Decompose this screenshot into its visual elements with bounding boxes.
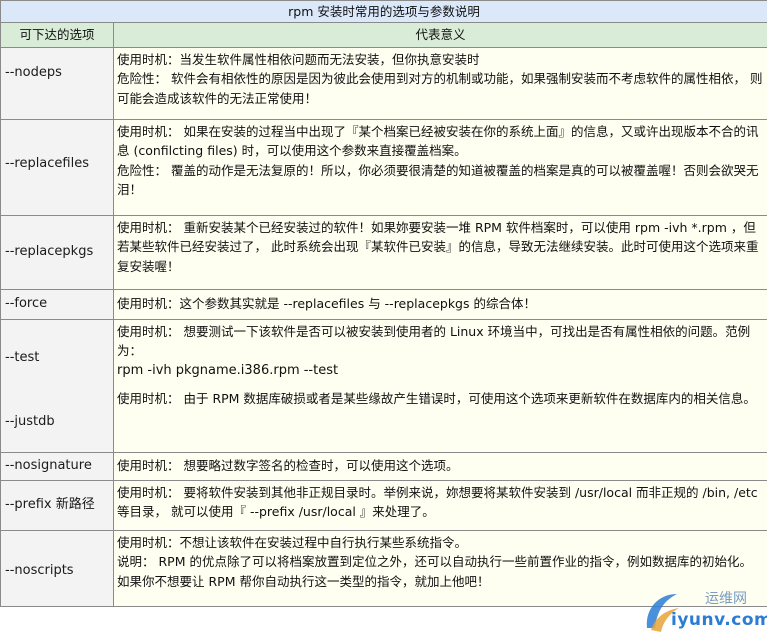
meaning-line: 使用时机： 重新安装某个已经安装过的软件！如果妳要安装一堆 RPM 软件档案时，… <box>117 220 759 274</box>
meaning-line: 危险性： 软件会有相依性的原因是因为彼此会使用到对方的机制或功能，如果强制安装而… <box>117 71 763 106</box>
meaning-cell: 使用时机：不想让该软件在安装过程中自行执行某些系统指令。 说明： RPM 的优点… <box>112 530 767 607</box>
option-name: --replacefiles <box>5 156 89 171</box>
meaning-line: 使用时机： 想要测试一下该软件是否可以被安装到使用者的 Linux 环境当中，可… <box>117 324 751 359</box>
meaning-line: 使用时机：这个参数其实就是 --replacefiles 与 --replace… <box>117 296 536 311</box>
table-row: --replacepkgs 使用时机： 重新安装某个已经安装过的软件！如果妳要安… <box>0 215 767 290</box>
option-name: --noscripts <box>5 563 74 578</box>
meaning-line: 使用时机：当发生软件属性相依问题而无法安装，但你执意安装时 <box>117 52 480 67</box>
meaning-line: 说明： RPM 的优点除了可以将档案放置到定位之外，还可以自动执行一些前置作业的… <box>117 554 752 589</box>
meaning-line: 使用时机：不想让该软件在安装过程中自行执行某些系统指令。 <box>117 535 468 550</box>
meaning-line: 使用时机： 想要略过数字签名的检查时，可以使用这个选项。 <box>117 458 459 473</box>
option-cell: --force <box>0 289 114 320</box>
table-header-row: 可下达的选项 代表意义 <box>0 22 767 48</box>
option-cell: --replacepkgs <box>0 215 114 290</box>
option-name: --replacepkgs <box>5 244 94 259</box>
option-name: --prefix 新路径 <box>5 497 95 512</box>
table-row: --nosignature 使用时机： 想要略过数字签名的检查时，可以使用这个选… <box>0 452 767 481</box>
meaning-cell: 使用时机：当发生软件属性相依问题而无法安装，但你执意安装时 危险性： 软件会有相… <box>112 47 767 120</box>
meaning-cell: 使用时机： 如果在安装的过程当中出现了『某个档案已经被安装在你的系统上面』的信息… <box>112 119 767 216</box>
meaning-line: 危险性： 覆盖的动作是无法复原的！所以，你必须要很清楚的知道被覆盖的档案是真的可… <box>117 162 759 198</box>
option-name: --force <box>5 296 48 311</box>
meaning-line: rpm -ivh pkgname.i386.rpm --test <box>117 362 339 378</box>
option-name: --nodeps <box>5 65 62 80</box>
table-row: --force 使用时机：这个参数其实就是 --replacefiles 与 -… <box>0 289 767 320</box>
meaning-line: 使用时机： 如果在安装的过程当中出现了『某个档案已经被安装在你的系统上面』的信息… <box>117 124 759 159</box>
option-cell: --prefix 新路径 <box>0 480 114 531</box>
meaning-line: 使用时机： 要将软件安装到其他非正规目录时。举例来说，妳想要将某软件安装到 /u… <box>117 485 758 520</box>
option-cell: --nodeps <box>0 47 114 120</box>
table-caption-row: rpm 安装时常用的选项与参数说明 <box>0 0 767 23</box>
meaning-cell: 使用时机：这个参数其实就是 --replacefiles 与 --replace… <box>112 289 767 320</box>
column-header-option: 可下达的选项 <box>0 22 114 48</box>
table-row: --nodeps 使用时机：当发生软件属性相依问题而无法安装，但你执意安装时 危… <box>0 47 767 120</box>
table-row: --noscripts 使用时机：不想让该软件在安装过程中自行执行某些系统指令。… <box>0 530 767 607</box>
option-cell: --nosignature <box>0 452 114 481</box>
column-header-meaning: 代表意义 <box>112 22 767 48</box>
table-caption: rpm 安装时常用的选项与参数说明 <box>0 0 767 23</box>
option-name: --justdb <box>5 414 55 430</box>
option-cell: --test --justdb <box>0 319 114 453</box>
rpm-options-table: rpm 安装时常用的选项与参数说明 可下达的选项 代表意义 --nodeps 使… <box>0 0 767 607</box>
meaning-line: 使用时机： 由于 RPM 数据库破损或者是某些缘故产生错误时，可使用这个选项来更… <box>117 390 756 406</box>
meaning-cell: 使用时机： 想要略过数字签名的检查时，可以使用这个选项。 <box>112 452 767 481</box>
table-row: --replacefiles 使用时机： 如果在安装的过程当中出现了『某个档案已… <box>0 119 767 216</box>
table-row: --test --justdb 使用时机： 想要测试一下该软件是否可以被安装到使… <box>0 319 767 453</box>
meaning-cell: 使用时机： 要将软件安装到其他非正规目录时。举例来说，妳想要将某软件安装到 /u… <box>112 480 767 531</box>
option-name: --test <box>5 350 40 365</box>
option-cell: --replacefiles <box>0 119 114 216</box>
watermark-site: iyunv.com <box>671 610 767 630</box>
meaning-cell: 使用时机： 想要测试一下该软件是否可以被安装到使用者的 Linux 环境当中，可… <box>112 319 767 453</box>
table-row: --prefix 新路径 使用时机： 要将软件安装到其他非正规目录时。举例来说，… <box>0 480 767 531</box>
option-cell: --noscripts <box>0 530 114 607</box>
option-name: --nosignature <box>5 458 92 473</box>
meaning-cell: 使用时机： 重新安装某个已经安装过的软件！如果妳要安装一堆 RPM 软件档案时，… <box>112 215 767 290</box>
page: rpm 安装时常用的选项与参数说明 可下达的选项 代表意义 --nodeps 使… <box>0 0 767 636</box>
